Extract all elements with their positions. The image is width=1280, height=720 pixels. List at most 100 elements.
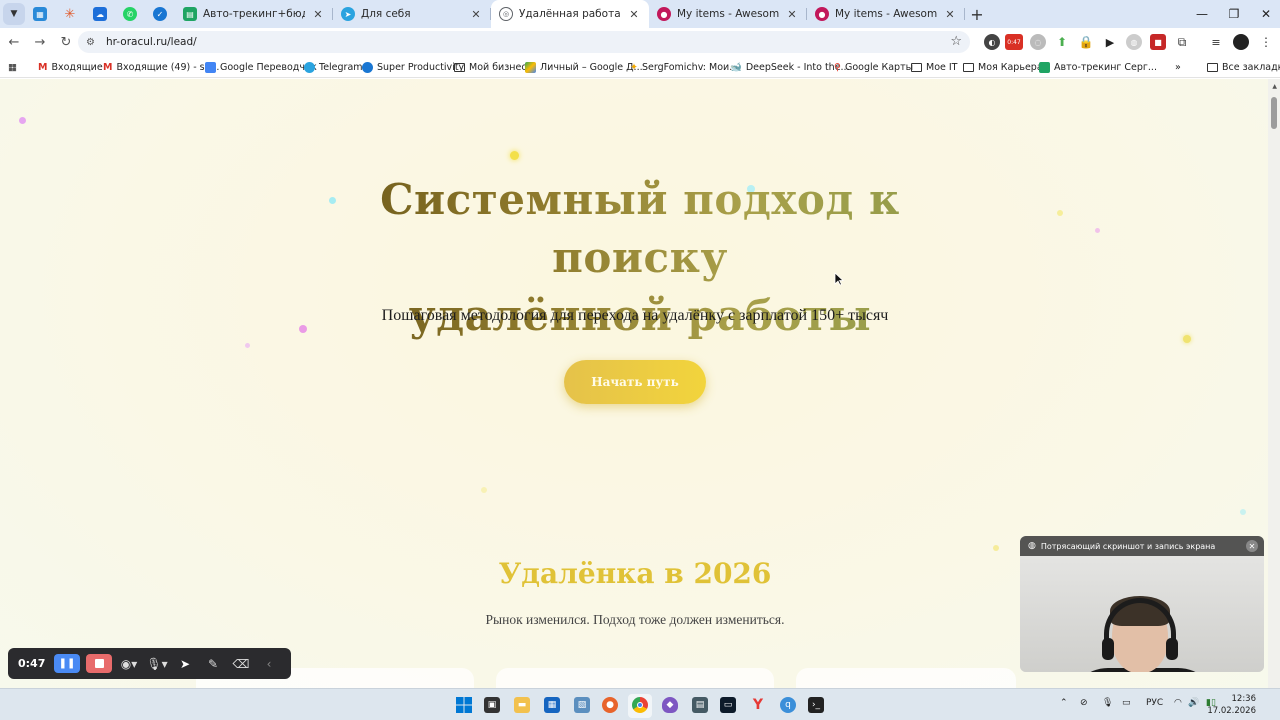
webcam-overlay[interactable]: ◍ Потрясающий скриншот и запись экрана ✕ xyxy=(1020,536,1264,672)
pointer-icon[interactable]: ➤ xyxy=(174,657,196,671)
site-info-icon[interactable]: ⚙ xyxy=(86,37,100,48)
bookmark-folder-my-it[interactable]: Мое IT xyxy=(911,60,957,74)
tray-display-icon[interactable]: ▭ xyxy=(1122,698,1131,708)
extension-icon[interactable]: ■ xyxy=(1150,34,1166,50)
pen-icon[interactable]: ✎ xyxy=(202,657,224,671)
awesome-screenshot-icon: ● xyxy=(815,7,829,21)
task-view-icon[interactable]: ▣ xyxy=(484,697,500,713)
more-bookmarks-button[interactable]: » xyxy=(1175,60,1181,74)
pinned-tab-asterisk[interactable]: ✳ xyxy=(55,0,85,28)
file-explorer-icon[interactable]: ▬ xyxy=(514,697,530,713)
terminal-app-icon[interactable]: ▭ xyxy=(720,697,736,713)
language-indicator[interactable]: РУС xyxy=(1146,698,1163,708)
tab-awesome-screenshot-2[interactable]: ● My items - Awesome Screensh ✕ xyxy=(807,0,965,28)
apps-icon[interactable]: ▦ xyxy=(8,60,17,74)
window-close-icon[interactable]: ✕ xyxy=(1248,0,1280,28)
check-icon: ✓ xyxy=(153,7,167,21)
scroll-up-icon[interactable]: ▲ xyxy=(1272,83,1277,90)
reload-button[interactable]: ↻ xyxy=(54,30,78,54)
sparkle-decoration xyxy=(1095,228,1100,233)
extension-icon[interactable]: ◐ xyxy=(984,34,1000,50)
maps-icon: ⚲ xyxy=(834,61,841,73)
bookmark-gmail-inbox[interactable]: M Входящие xyxy=(38,60,103,74)
system-clock[interactable]: 12:36 17.02.2026 xyxy=(1207,693,1256,717)
stop-button[interactable] xyxy=(86,654,112,673)
extension-icon[interactable]: ◌ xyxy=(1030,34,1046,50)
webcam-title: Потрясающий скриншот и запись экрана xyxy=(1040,541,1216,551)
back-button[interactable]: ← xyxy=(2,30,26,54)
screen-tool-icon[interactable]: ▦ xyxy=(544,697,560,713)
close-icon[interactable]: ✕ xyxy=(311,8,325,21)
sparkle-decoration xyxy=(1183,335,1191,343)
close-icon[interactable]: ✕ xyxy=(627,8,641,21)
forward-button[interactable]: → xyxy=(28,30,52,54)
command-prompt-icon[interactable]: ›_ xyxy=(808,697,824,713)
bookmark-folder-career[interactable]: Моя Карьера xyxy=(963,60,1043,74)
awesome-screenshot-icon: ◍ xyxy=(1028,541,1036,551)
tab-title: My items - Awesome Screensh xyxy=(677,8,779,20)
bookmark-sheets-tracking[interactable]: Авто-трекинг Серг... xyxy=(1039,60,1157,74)
wifi-icon[interactable]: ◠ xyxy=(1174,698,1182,708)
image-viewer-icon[interactable]: ▧ xyxy=(574,697,590,713)
bookmark-google-translate[interactable]: Google Переводчик xyxy=(205,60,317,74)
eraser-icon[interactable]: ⌫ xyxy=(230,657,252,671)
tab-telegram[interactable]: ➤ Для себя ✕ xyxy=(333,0,491,28)
bookmark-google-drive[interactable]: Личный – Google Д... xyxy=(525,60,643,74)
play-icon[interactable]: ▶ xyxy=(1102,34,1118,50)
stop-icon xyxy=(94,659,104,668)
microphone-icon[interactable]: 🎙▾ xyxy=(146,657,168,671)
app-icon[interactable]: ◆ xyxy=(662,697,678,713)
restore-icon[interactable]: ❐ xyxy=(1216,0,1252,28)
close-icon[interactable]: ✕ xyxy=(785,8,799,21)
bookmark-sergfomichv[interactable]: ✦ SergFomichv: Мои... xyxy=(630,60,738,74)
qbittorrent-icon[interactable]: q xyxy=(780,697,796,713)
tray-overflow-icon[interactable]: ⌃ xyxy=(1060,698,1068,708)
scrollbar-thumb[interactable] xyxy=(1271,97,1277,129)
pinned-tab-whatsapp[interactable]: ✆ xyxy=(115,0,145,28)
close-icon[interactable]: ✕ xyxy=(943,8,957,21)
address-bar[interactable]: ⚙ hr-oracul.ru/lead/ ☆ xyxy=(78,31,970,53)
close-icon[interactable]: ✕ xyxy=(469,8,483,21)
bookmark-telegram[interactable]: Telegram xyxy=(304,60,363,74)
feature-card xyxy=(496,668,774,688)
sync-off-icon[interactable]: ⊘ xyxy=(1080,698,1088,708)
volume-icon[interactable]: 🔊 xyxy=(1188,698,1199,708)
bookmark-deepseek[interactable]: 🐋 DeepSeek - Into the... xyxy=(730,60,850,74)
webcam-toggle-icon[interactable]: ◉▾ xyxy=(118,657,140,671)
yandex-icon[interactable]: Y xyxy=(750,697,766,713)
webcam-close-icon[interactable]: ✕ xyxy=(1246,540,1258,552)
folder-icon xyxy=(454,62,465,72)
pause-button[interactable]: ❚❚ xyxy=(54,654,80,673)
tab-active-remote-work[interactable]: ◎ Удалённая работа 150K+ | Си ✕ xyxy=(491,0,649,28)
minimize-icon[interactable]: — xyxy=(1184,0,1220,28)
bookmark-star-icon[interactable]: ☆ xyxy=(950,34,962,49)
pinned-tab-calendar[interactable]: ▦ xyxy=(25,0,55,28)
pinned-tab-productivity[interactable]: ✓ xyxy=(145,0,175,28)
bookmark-gmail-inbox-49[interactable]: M Входящие (49) - s.f... xyxy=(103,60,219,74)
profile-avatar[interactable] xyxy=(1233,34,1249,50)
bookmark-super-productivity[interactable]: Super Productivity xyxy=(362,60,464,74)
new-tab-button[interactable]: + xyxy=(965,5,989,24)
leaf-icon[interactable]: ⬆ xyxy=(1054,34,1070,50)
media-control-icon[interactable]: ≡ xyxy=(1208,34,1224,50)
pinned-tab-cloud[interactable]: ☁ xyxy=(85,0,115,28)
bookmark-folder-my-business[interactable]: Мой бизнес xyxy=(454,60,527,74)
recording-badge[interactable]: 0:47 xyxy=(1005,34,1023,50)
calculator-icon[interactable]: ▤ xyxy=(692,697,708,713)
windows-start-icon[interactable] xyxy=(456,697,472,713)
chrome-icon[interactable] xyxy=(632,697,648,713)
tab-awesome-screenshot-1[interactable]: ● My items - Awesome Screensh ✕ xyxy=(649,0,807,28)
tab-sheets[interactable]: ▤ Авто-трекинг+бюджет Серг ✕ xyxy=(175,0,333,28)
extension-icon[interactable]: ◍ xyxy=(1126,34,1142,50)
all-bookmarks-button[interactable]: Все закладки xyxy=(1207,60,1280,74)
tray-microphone-icon[interactable]: 🎙 xyxy=(1102,698,1113,708)
page-scrollbar[interactable]: ▲ xyxy=(1268,79,1280,688)
firefox-icon[interactable]: ● xyxy=(602,697,618,713)
start-journey-button[interactable]: Начать путь xyxy=(564,360,706,404)
collapse-icon[interactable]: ‹ xyxy=(258,657,280,671)
lock-icon[interactable]: 🔒 xyxy=(1078,34,1094,50)
puzzle-icon[interactable]: ⧉ xyxy=(1174,34,1190,50)
tab-search-button[interactable]: ▼ xyxy=(3,3,25,25)
bookmark-google-maps[interactable]: ⚲ Google Карты xyxy=(834,60,913,74)
menu-kebab-icon[interactable]: ⋮ xyxy=(1258,34,1274,50)
